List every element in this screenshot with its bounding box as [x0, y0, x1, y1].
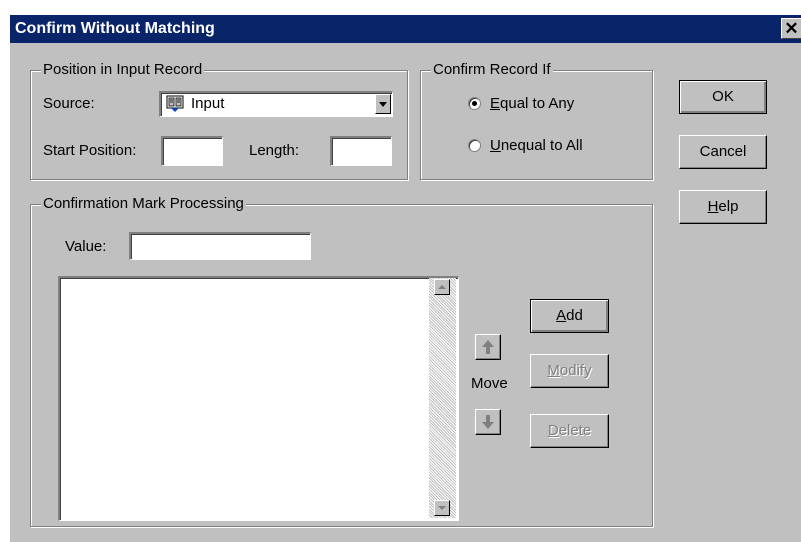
- confirm-group-label: Confirm Record If: [431, 61, 553, 79]
- scroll-up-button[interactable]: [434, 279, 450, 295]
- ok-button[interactable]: OK: [679, 80, 767, 114]
- move-label: Move: [471, 375, 508, 392]
- mark-group-label: Confirmation Mark Processing: [41, 195, 246, 213]
- equal-to-any-label: Equal to Any: [490, 95, 575, 112]
- start-position-input[interactable]: [161, 136, 223, 166]
- value-label: Value:: [65, 238, 107, 255]
- unequal-to-all-label: Unequal to All: [490, 137, 583, 154]
- move-up-button[interactable]: [475, 334, 501, 360]
- help-label: Help: [707, 198, 739, 215]
- ok-label: OK: [712, 88, 734, 105]
- confirm-without-matching-dialog: Confirm Without Matching ✕ Position in I…: [9, 14, 801, 542]
- scroll-down-button[interactable]: [434, 500, 450, 516]
- delete-label: Delete: [547, 422, 592, 439]
- unequal-to-all-radio[interactable]: Unequal to All: [468, 135, 618, 157]
- source-combobox[interactable]: Input: [159, 91, 393, 117]
- start-position-label: Start Position:: [43, 142, 137, 159]
- vertical-scrollbar[interactable]: [429, 278, 456, 518]
- source-label: Source:: [43, 95, 95, 112]
- move-down-button[interactable]: [475, 409, 501, 435]
- modify-button[interactable]: Modify: [530, 354, 609, 388]
- add-button[interactable]: Add: [530, 299, 609, 333]
- cancel-label: Cancel: [699, 143, 747, 160]
- title-bar: Confirm Without Matching ✕: [10, 15, 801, 43]
- arrow-up-icon: [482, 340, 494, 354]
- confirm-record-if-group: Confirm Record If Equal to Any Unequal t…: [420, 61, 653, 180]
- help-button[interactable]: Help: [679, 190, 767, 224]
- equal-to-any-radio-circle[interactable]: [468, 97, 481, 110]
- length-label: Length:: [249, 142, 300, 159]
- length-input[interactable]: [330, 136, 392, 166]
- input-source-icon: [166, 95, 184, 113]
- equal-to-any-radio[interactable]: Equal to Any: [468, 93, 608, 115]
- source-value: Input: [191, 95, 225, 112]
- scroll-up-arrow-icon: [438, 285, 446, 289]
- delete-button[interactable]: Delete: [530, 414, 609, 448]
- arrow-down-icon: [482, 415, 494, 429]
- unequal-to-all-radio-circle[interactable]: [468, 139, 481, 152]
- confirmation-mark-processing-group: Confirmation Mark Processing Value: Move: [30, 195, 653, 527]
- chevron-down-icon: [379, 102, 387, 107]
- modify-label: Modify: [547, 362, 592, 379]
- add-label: Add: [556, 307, 583, 324]
- close-icon: ✕: [784, 19, 799, 38]
- position-group-label: Position in Input Record: [41, 61, 205, 79]
- cancel-button[interactable]: Cancel: [679, 135, 767, 169]
- dialog-title: Confirm Without Matching: [15, 20, 215, 37]
- scroll-down-arrow-icon: [438, 506, 446, 510]
- source-dropdown-button[interactable]: [375, 94, 391, 114]
- value-input[interactable]: [129, 232, 311, 260]
- radio-selected-dot: [472, 101, 477, 106]
- position-in-input-record-group: Position in Input Record Source: Input S…: [30, 61, 408, 180]
- close-button[interactable]: ✕: [781, 18, 801, 39]
- marks-listbox[interactable]: [58, 276, 459, 521]
